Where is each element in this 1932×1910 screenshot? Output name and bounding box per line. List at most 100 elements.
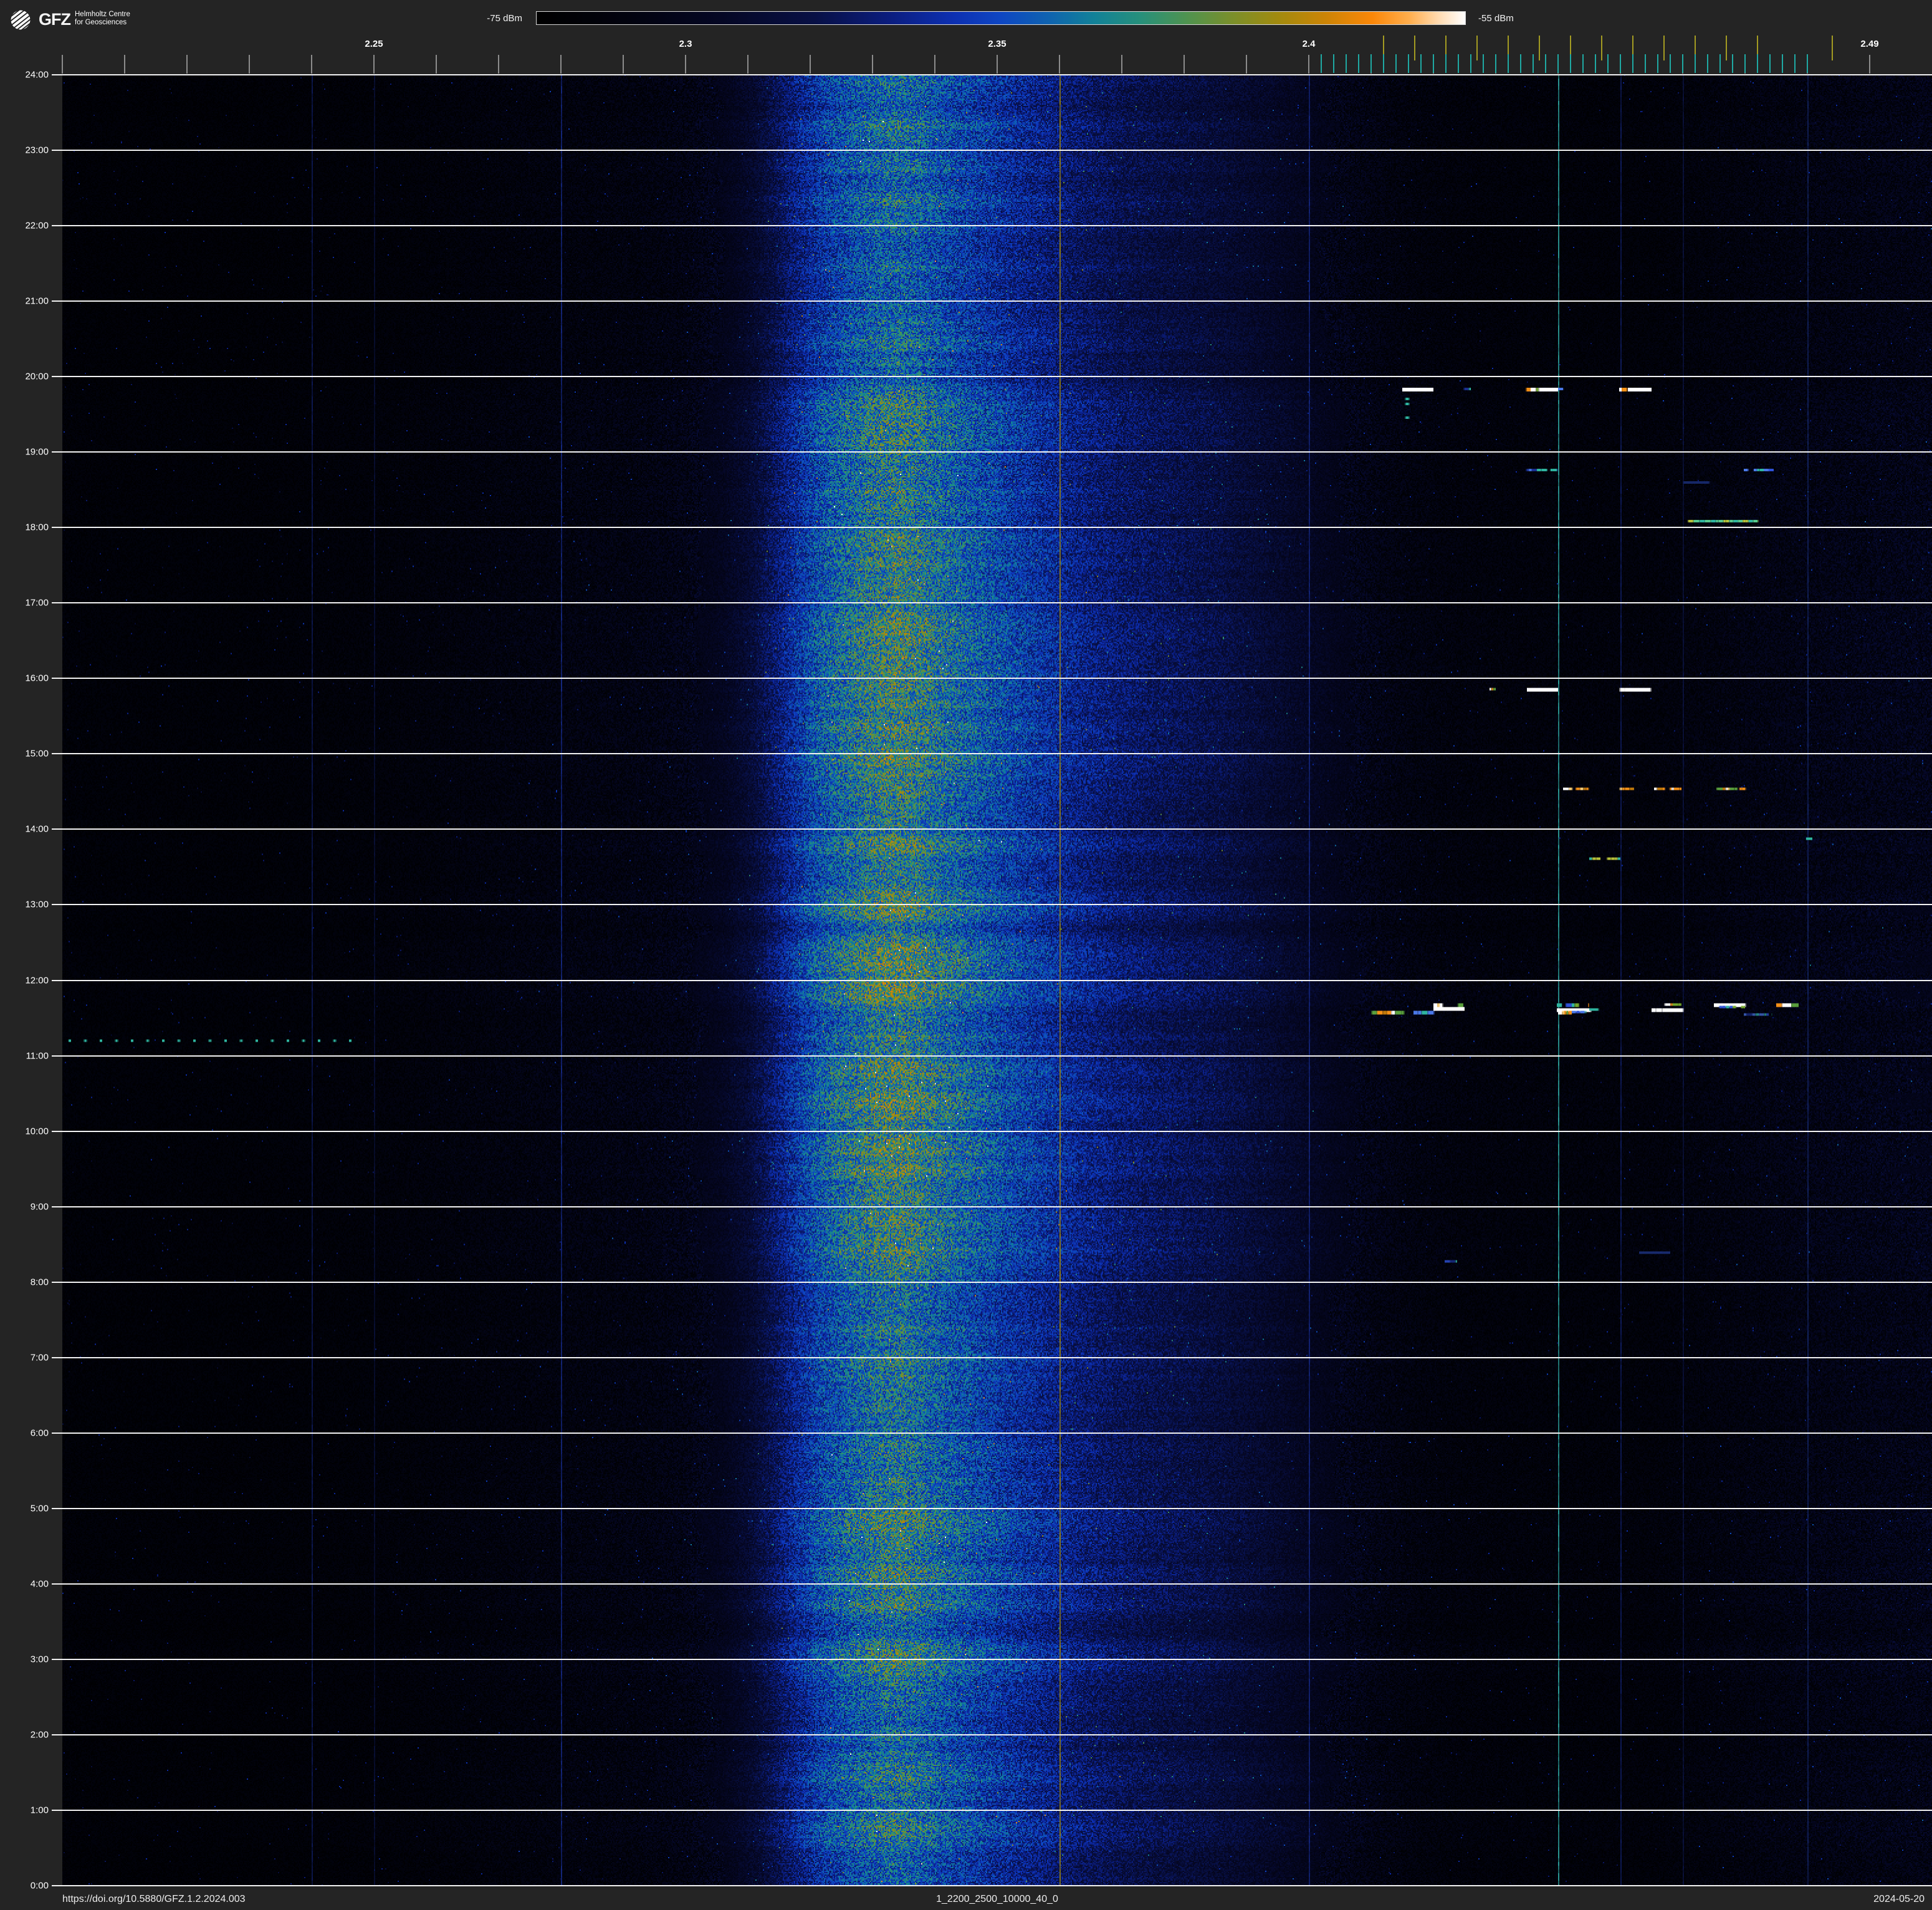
time-tick bbox=[52, 678, 62, 679]
hour-gridline bbox=[62, 979, 1932, 981]
hour-gridline bbox=[62, 451, 1932, 453]
colorbar-max-label: -55 dBm bbox=[1478, 13, 1514, 24]
ble-channel-tick bbox=[1782, 54, 1783, 73]
wifi-channel-tick bbox=[1663, 36, 1665, 60]
ble-channel-tick bbox=[1657, 54, 1658, 73]
freq-tick bbox=[872, 55, 873, 74]
ble-channel-tick bbox=[1557, 54, 1559, 73]
ble-channel-tick bbox=[1719, 54, 1721, 73]
ble-channel-tick bbox=[1458, 54, 1459, 73]
time-label: 3:00 bbox=[30, 1654, 49, 1665]
hour-gridline bbox=[62, 1130, 1932, 1132]
ble-channel-tick bbox=[1508, 54, 1509, 73]
time-label: 7:00 bbox=[30, 1352, 49, 1363]
time-tick bbox=[52, 1281, 62, 1283]
ble-channel-tick bbox=[1769, 54, 1771, 73]
ble-channel-tick bbox=[1395, 54, 1397, 73]
freq-tick-label: 2.25 bbox=[365, 39, 383, 49]
ble-channel-tick bbox=[1495, 54, 1496, 73]
time-label: 2:00 bbox=[30, 1729, 49, 1740]
hour-gridline bbox=[62, 527, 1932, 529]
time-label: 15:00 bbox=[25, 748, 49, 759]
freq-tick bbox=[498, 55, 499, 74]
time-tick bbox=[52, 300, 62, 302]
time-label: 17:00 bbox=[25, 597, 49, 608]
freq-tick bbox=[249, 55, 250, 74]
hour-gridline bbox=[62, 1809, 1932, 1811]
ble-channel-tick bbox=[1645, 54, 1646, 73]
ble-channel-tick bbox=[1744, 54, 1746, 73]
dataset-id-label: 1_2200_2500_10000_40_0 bbox=[936, 1894, 1058, 1904]
hour-gridline bbox=[62, 74, 1932, 75]
wifi-channel-tick bbox=[1476, 36, 1478, 60]
time-tick bbox=[52, 1658, 62, 1660]
time-label: 21:00 bbox=[25, 295, 49, 307]
hour-gridline bbox=[62, 1432, 1932, 1434]
ble-channel-tick bbox=[1445, 54, 1447, 73]
freq-tick bbox=[560, 55, 562, 74]
ble-channel-tick bbox=[1807, 54, 1808, 73]
hour-gridline bbox=[62, 1356, 1932, 1358]
freq-tick bbox=[62, 55, 63, 74]
doi-link[interactable]: https://doi.org/10.5880/GFZ.1.2.2024.003 bbox=[62, 1894, 246, 1905]
wifi-channel-tick bbox=[1832, 36, 1833, 60]
time-tick bbox=[52, 74, 62, 75]
hour-gridline bbox=[62, 678, 1932, 679]
hour-gridline bbox=[62, 602, 1932, 604]
time-label: 22:00 bbox=[25, 220, 49, 231]
ble-channel-tick bbox=[1321, 54, 1322, 73]
wifi-channel-tick bbox=[1414, 36, 1415, 60]
spectrogram-page: GFZ Helmholtz Centre for Geosciences -75… bbox=[0, 0, 1932, 1910]
time-label: 24:00 bbox=[25, 69, 49, 80]
ble-channel-tick bbox=[1470, 54, 1471, 73]
ble-channel-tick bbox=[1607, 54, 1609, 73]
hour-gridline bbox=[62, 1055, 1932, 1057]
ble-channel-tick bbox=[1732, 54, 1733, 73]
time-label: 12:00 bbox=[25, 975, 49, 986]
ble-channel-tick bbox=[1433, 54, 1434, 73]
freq-tick bbox=[1059, 55, 1060, 74]
ble-channel-tick bbox=[1346, 54, 1347, 73]
time-tick bbox=[52, 1130, 62, 1132]
freq-tick-label: 2.49 bbox=[1860, 39, 1879, 49]
time-label: 5:00 bbox=[30, 1503, 49, 1514]
time-tick bbox=[52, 1885, 62, 1886]
time-tick bbox=[52, 451, 62, 453]
freq-tick bbox=[623, 55, 624, 74]
wifi-channel-tick bbox=[1726, 36, 1727, 60]
ble-channel-tick bbox=[1620, 54, 1621, 73]
ble-channel-tick bbox=[1632, 54, 1633, 73]
ble-channel-tick bbox=[1695, 54, 1696, 73]
ble-channel-tick bbox=[1570, 54, 1571, 73]
freq-tick bbox=[311, 55, 312, 74]
ble-channel-tick bbox=[1757, 54, 1758, 73]
ble-channel-tick bbox=[1533, 54, 1534, 73]
freq-tick bbox=[934, 55, 935, 74]
time-label: 10:00 bbox=[25, 1126, 49, 1137]
time-tick bbox=[52, 1055, 62, 1057]
ble-channel-tick bbox=[1670, 54, 1671, 73]
ble-channel-tick bbox=[1358, 54, 1359, 73]
freq-tick bbox=[186, 55, 188, 74]
time-label: 8:00 bbox=[30, 1277, 49, 1288]
freq-tick-label: 2.3 bbox=[679, 39, 692, 49]
time-label: 20:00 bbox=[25, 371, 49, 382]
hour-gridline bbox=[62, 150, 1932, 151]
hour-gridline bbox=[62, 1206, 1932, 1207]
time-label: 13:00 bbox=[25, 899, 49, 910]
freq-tick bbox=[997, 55, 998, 74]
footer-bar: https://doi.org/10.5880/GFZ.1.2.2024.003… bbox=[0, 1889, 1932, 1910]
time-label: 23:00 bbox=[25, 145, 49, 156]
freq-tick bbox=[124, 55, 125, 74]
wifi-channel-tick bbox=[1601, 36, 1602, 60]
time-tick bbox=[52, 1432, 62, 1434]
time-label: 18:00 bbox=[25, 522, 49, 533]
freq-tick bbox=[1246, 55, 1247, 74]
ble-channel-tick bbox=[1370, 54, 1372, 73]
time-tick bbox=[52, 979, 62, 981]
time-label: 1:00 bbox=[30, 1805, 49, 1816]
hour-gridline bbox=[62, 376, 1932, 378]
freq-tick bbox=[436, 55, 437, 74]
time-label: 6:00 bbox=[30, 1428, 49, 1439]
hour-gridline bbox=[62, 225, 1932, 227]
